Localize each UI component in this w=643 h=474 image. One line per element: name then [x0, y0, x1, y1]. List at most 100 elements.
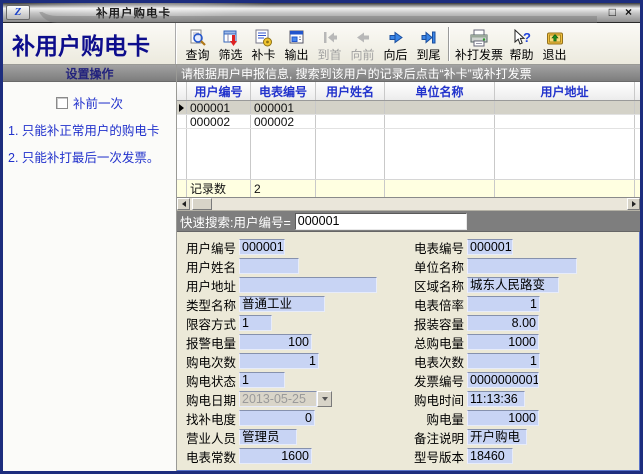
- close-button[interactable]: ×: [625, 5, 632, 20]
- table-row[interactable]: 000001 000001: [177, 101, 640, 115]
- remarks-field[interactable]: 开户购电: [467, 429, 527, 445]
- titlebar: Z 补用户购电卡 □ ×: [3, 3, 640, 23]
- user-address-label: 用户地址: [181, 276, 239, 295]
- filter-button[interactable]: 筛选: [214, 25, 247, 63]
- meter-constant-field[interactable]: 1600: [239, 448, 312, 464]
- go-last-button[interactable]: 到尾: [412, 25, 445, 63]
- unit-name-field[interactable]: [467, 258, 577, 274]
- makeup-energy-field[interactable]: 0: [239, 410, 315, 426]
- footer-cell: [635, 180, 640, 197]
- purchase-date-dropdown-button[interactable]: [317, 391, 332, 407]
- maximize-button[interactable]: □: [609, 5, 616, 20]
- scroll-right-icon: [632, 201, 636, 207]
- purchase-status-field[interactable]: 1: [239, 372, 285, 388]
- capacity-limit-mode-label: 限容方式: [181, 314, 239, 333]
- body: 设置操作 补前一次 1. 只能补正常用户的购电卡 2. 只能补打最后一次发票。 …: [3, 65, 640, 471]
- sidebar-note-1: 1. 只能补正常用户的购电卡: [3, 112, 176, 139]
- scroll-right-button[interactable]: [627, 198, 640, 210]
- type-name-field[interactable]: 普通工业: [239, 296, 325, 312]
- alarm-energy-field[interactable]: 100: [239, 334, 312, 350]
- records-grid: 用户编号 电表编号 用户姓名 单位名称 用户地址 000001 000001: [177, 82, 640, 198]
- go-first-button[interactable]: 到首: [313, 25, 346, 63]
- installed-capacity-field[interactable]: 8.00: [467, 315, 539, 331]
- window-controls: □ ×: [609, 5, 632, 20]
- quick-search-input[interactable]: [295, 213, 467, 230]
- operator-field[interactable]: 管理员: [239, 429, 297, 445]
- footer-cell: [495, 180, 635, 197]
- capacity-limit-mode-field[interactable]: 1: [239, 315, 272, 331]
- row-marker-icon: [179, 104, 184, 112]
- cell-user-address: [495, 115, 635, 128]
- cell-unit-name: [385, 101, 495, 114]
- cell-clipped: [635, 101, 640, 114]
- filter-icon: [221, 29, 241, 48]
- toolbar-separator: [448, 27, 450, 61]
- reissue-previous-checkbox-row[interactable]: 补前一次: [3, 93, 176, 112]
- model-version-field[interactable]: 18460: [467, 448, 513, 464]
- user-address-field[interactable]: [239, 277, 377, 293]
- table-row[interactable]: 000002 000002: [177, 115, 640, 129]
- selected-row-marker: [177, 101, 187, 114]
- output-label: 输出: [284, 48, 308, 62]
- area-name-label: 区域名称: [409, 276, 467, 295]
- empty-cell: [251, 129, 316, 179]
- empty-cell: [316, 129, 385, 179]
- exit-button[interactable]: 退出: [538, 25, 571, 63]
- col-header-user-name: 用户姓名: [316, 82, 385, 100]
- purchase-date-field: 2013-05-25: [239, 391, 317, 407]
- row-gutter: [177, 115, 187, 128]
- meter-ratio-label: 电表倍率: [409, 295, 467, 314]
- col-header-user-id: 用户编号: [187, 82, 251, 100]
- search-icon: [188, 29, 208, 48]
- purchase-status-label: 购电状态: [181, 371, 239, 390]
- help-button[interactable]: ? 帮助: [505, 25, 538, 63]
- horizontal-scrollbar[interactable]: [177, 198, 640, 211]
- user-id-field[interactable]: 000001: [239, 239, 285, 255]
- purchase-count-label: 购电次数: [181, 352, 239, 371]
- grid-footer-row: 记录数 2: [177, 180, 640, 197]
- purchase-date-combo[interactable]: 2013-05-25: [239, 391, 332, 407]
- quick-search-bar: 快速搜索:用户编号=: [177, 211, 640, 232]
- purchase-count-field[interactable]: 1: [239, 353, 319, 369]
- empty-cell: [495, 129, 635, 179]
- scrollbar-thumb[interactable]: [192, 198, 212, 210]
- invoice-number-label: 发票编号: [409, 371, 467, 390]
- print-invoice-icon: [469, 29, 489, 48]
- meter-id-field[interactable]: 000001: [467, 239, 513, 255]
- reprint-invoice-button[interactable]: 补打发票: [453, 25, 505, 63]
- reissue-previous-label: 补前一次: [73, 93, 123, 112]
- window-title: 补用户购电卡: [96, 5, 171, 21]
- unit-name-label: 单位名称: [409, 257, 467, 276]
- go-next-button[interactable]: 向后: [379, 25, 412, 63]
- purchase-amount-field[interactable]: 1000: [467, 410, 539, 426]
- go-first-label: 到首: [317, 48, 341, 62]
- query-button[interactable]: 查询: [181, 25, 214, 63]
- sidebar-header: 设置操作: [3, 65, 176, 82]
- reissue-previous-checkbox[interactable]: [56, 97, 68, 109]
- form-column-left: 用户编号000001 用户姓名 用户地址 类型名称普通工业 限容方式1 报警电量…: [181, 238, 409, 471]
- area-name-field[interactable]: 城东人民路变: [467, 277, 559, 293]
- col-header-clipped: [635, 82, 640, 100]
- chevron-down-icon: [322, 397, 328, 401]
- query-label: 查询: [185, 48, 209, 62]
- quick-search-label: 快速搜索:用户编号=: [180, 212, 291, 231]
- system-menu-icon[interactable]: Z: [6, 5, 30, 20]
- form-column-right: 电表编号000001 单位名称 区域名称城东人民路变 电表倍率1 报装容量8.0…: [409, 238, 638, 471]
- meter-count-label: 电表次数: [409, 352, 467, 371]
- empty-cell: [187, 129, 251, 179]
- reissue-card-button[interactable]: 补卡: [247, 25, 280, 63]
- grid-header-gutter: [177, 82, 187, 100]
- invoice-number-field[interactable]: 0000000001: [467, 372, 539, 388]
- meter-count-field[interactable]: 1: [467, 353, 540, 369]
- col-header-meter-id: 电表编号: [251, 82, 316, 100]
- meter-ratio-field[interactable]: 1: [467, 296, 540, 312]
- scroll-left-button[interactable]: [177, 198, 190, 210]
- meter-id-label: 电表编号: [409, 238, 467, 257]
- purchase-time-field[interactable]: 11:13:36: [467, 391, 525, 407]
- go-prev-button[interactable]: 向前: [346, 25, 379, 63]
- total-purchased-field[interactable]: 1000: [467, 334, 539, 350]
- output-button[interactable]: 输出: [280, 25, 313, 63]
- operator-label: 营业人员: [181, 428, 239, 447]
- scroll-left-icon: [182, 201, 186, 207]
- user-name-field[interactable]: [239, 258, 299, 274]
